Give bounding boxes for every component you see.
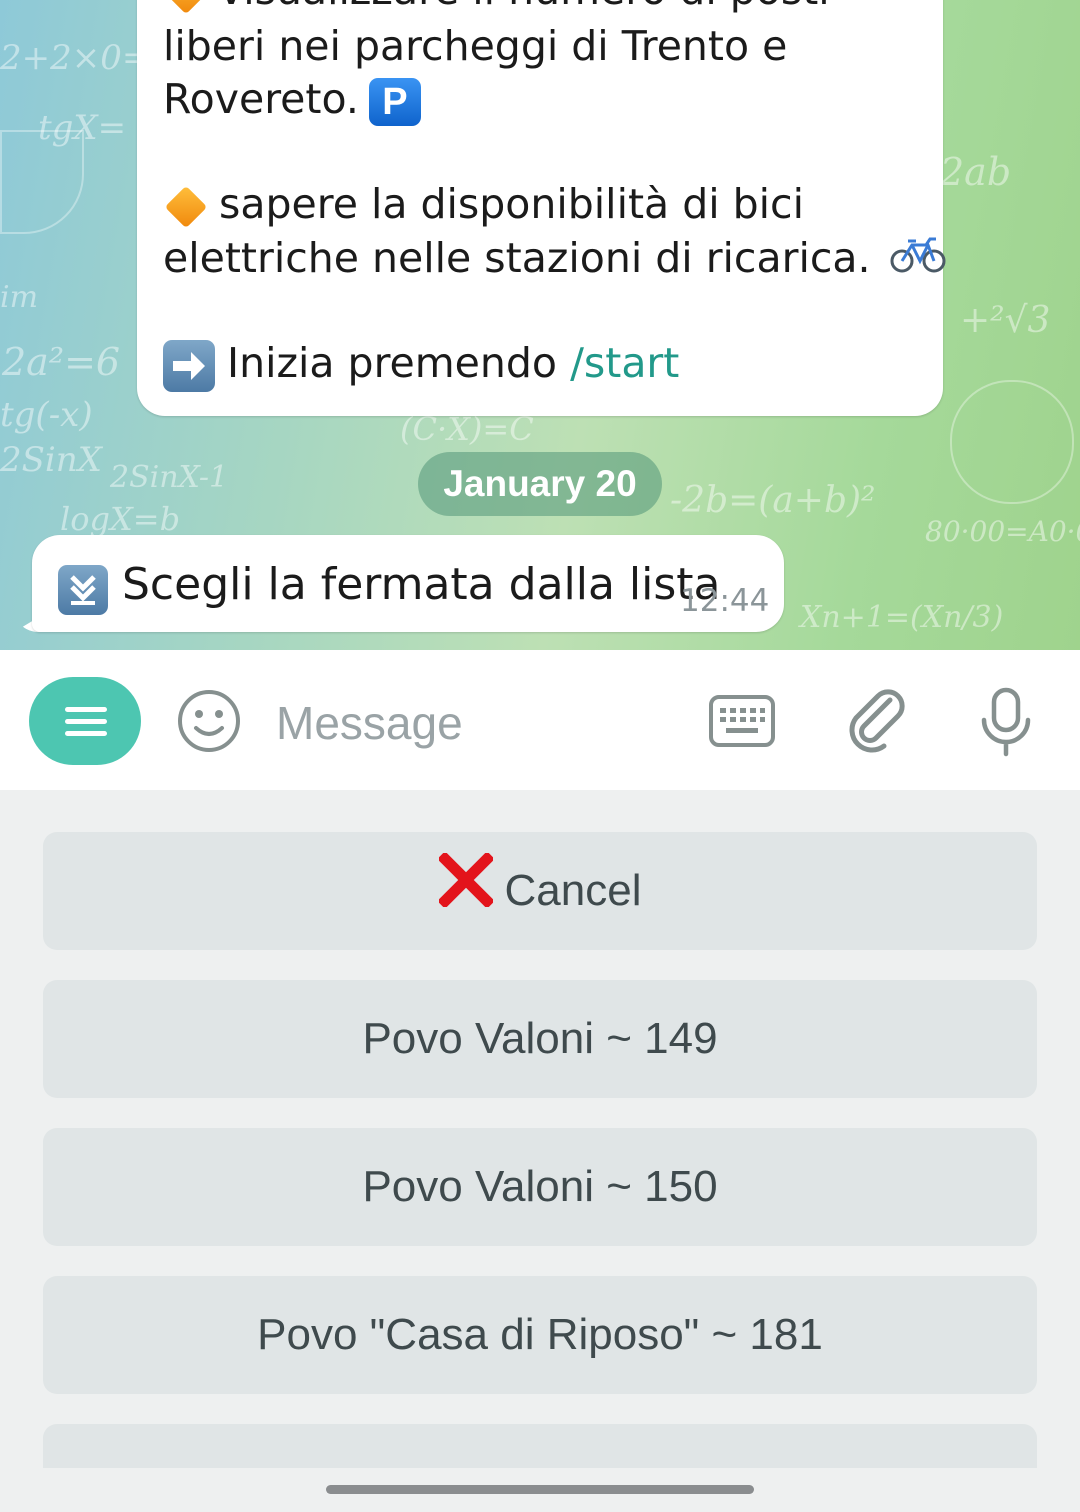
- wallpaper-doodle: 2ab: [940, 150, 1012, 194]
- message-input-bar: Message: [0, 650, 1080, 790]
- wallpaper-doodle: 2a²=6: [2, 340, 121, 384]
- wallpaper-doodle: +²√3: [960, 300, 1051, 341]
- wallpaper-doodle: tgX=: [38, 108, 127, 148]
- wallpaper-doodle: -2b=(a+b)²: [670, 480, 876, 521]
- keyboard-button-cancel[interactable]: Cancel: [43, 832, 1037, 950]
- incoming-message-bubble: visualizzare il numero di posti liberi n…: [137, 0, 946, 416]
- chat-background: 2+2×0=? tgX= im 2a²=6 tg(-x) 2SinX 2SinX…: [0, 0, 1080, 650]
- menu-icon-bar: [65, 719, 107, 724]
- start-command-link[interactable]: /start: [570, 339, 679, 387]
- message-line: visualizzare il numero di posti: [219, 0, 830, 14]
- message-input[interactable]: Message: [276, 696, 463, 750]
- wallpaper-shape: [950, 380, 1074, 504]
- keyboard-button-stop[interactable]: Povo Valoni ~ 149: [43, 980, 1037, 1098]
- keyboard-icon[interactable]: [708, 694, 776, 754]
- message-line: liberi nei parcheggi di Trento e: [163, 22, 788, 70]
- incoming-message-bubble: Scegli la fermata dalla lista 12:44: [32, 535, 784, 632]
- message-line: elettriche nelle stazioni di ricarica.: [163, 234, 871, 282]
- message-time: 12:44: [680, 583, 770, 619]
- menu-icon-bar: [65, 707, 107, 712]
- orange-diamond-icon: [164, 0, 208, 15]
- message-line: Inizia premendo: [227, 339, 558, 387]
- bot-reply-keyboard: Cancel Povo Valoni ~ 149 Povo Valoni ~ 1…: [0, 790, 1080, 1468]
- microphone-icon[interactable]: [978, 686, 1034, 762]
- bot-menu-button[interactable]: [29, 677, 141, 765]
- wallpaper-doodle: logX=b: [60, 500, 181, 538]
- wallpaper-doodle: im: [0, 280, 39, 315]
- emoji-icon[interactable]: [176, 688, 242, 758]
- date-separator: January 20: [418, 452, 662, 516]
- wallpaper-doodle: 80·00=A0·0: [925, 515, 1080, 548]
- right-arrow-icon: [163, 340, 215, 392]
- keyboard-button-stop[interactable]: [43, 1424, 1037, 1468]
- home-indicator[interactable]: [326, 1485, 754, 1494]
- cross-mark-icon: [436, 834, 495, 952]
- parking-icon: P: [368, 78, 421, 126]
- keyboard-button-stop[interactable]: Povo "Casa di Riposo" ~ 181: [43, 1276, 1037, 1394]
- wallpaper-doodle: tg(-x): [0, 395, 93, 435]
- attach-icon[interactable]: [846, 686, 910, 760]
- bicycle-icon: [890, 235, 946, 288]
- keyboard-button-stop[interactable]: Povo Valoni ~ 150: [43, 1128, 1037, 1246]
- wallpaper-doodle: 2SinX: [0, 440, 102, 480]
- wallpaper-doodle: Xn+1=(Xn/3): [800, 600, 1004, 635]
- menu-icon-bar: [65, 731, 107, 736]
- message-line: sapere la disponibilità di bici: [219, 180, 804, 228]
- double-down-arrow-icon: [58, 565, 108, 615]
- keyboard-button-label: Cancel: [504, 866, 642, 915]
- orange-diamond-icon: [164, 185, 208, 229]
- wallpaper-shape: [0, 130, 84, 234]
- message-line: Rovereto.: [163, 75, 359, 123]
- wallpaper-doodle: 2SinX-1: [110, 460, 229, 495]
- message-text: Scegli la fermata dalla lista: [122, 559, 721, 610]
